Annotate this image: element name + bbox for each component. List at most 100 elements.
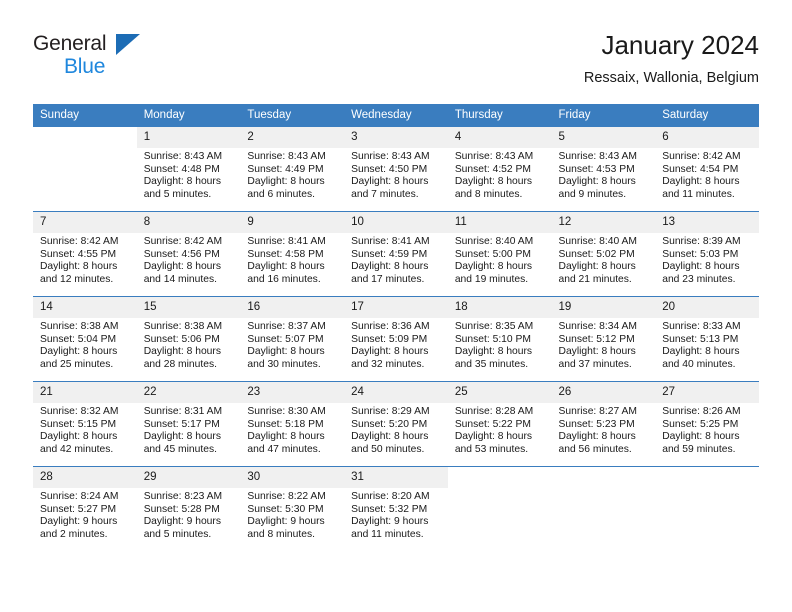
day-details: Sunrise: 8:42 AM Sunset: 4:55 PM Daylight:… [33,233,137,286]
sunset-text: Sunset: 5:10 PM [454,333,531,345]
day-cell[interactable]: 10 Sunrise: 8:41 AM Sunset: 4:59 PM Dayligh… [344,211,448,297]
daylight-text-line1: Daylight: 8 hours [40,346,118,358]
day-details: Sunrise: 8:29 AM Sunset: 5:20 PM Daylight:… [344,403,448,456]
calendar-week-row: 1 Sunrise: 8:43 AM Sunset: 4:48 PM Daylight… [33,127,759,212]
day-cell[interactable]: 17 Sunrise: 8:36 AM Sunset: 5:09 PM Dayligh… [344,296,448,382]
day-details: Sunrise: 8:32 AM Sunset: 5:15 PM Daylight:… [33,403,137,456]
daylight-text-line1: Daylight: 8 hours [454,431,533,443]
day-cell[interactable]: 8 Sunrise: 8:42 AM Sunset: 4:56 PM Daylight… [136,211,241,297]
day-number: 2 [240,127,345,148]
day-details: Sunrise: 8:42 AM Sunset: 4:56 PM Daylight:… [137,233,241,286]
day-cell[interactable]: 26 Sunrise: 8:27 AM Sunset: 5:23 PM Dayligh… [551,381,656,467]
daylight-text-line1: Daylight: 8 hours [143,261,221,273]
day-cell[interactable]: 22 Sunrise: 8:31 AM Sunset: 5:17 PM Dayligh… [136,381,241,467]
day-cell[interactable]: 4 Sunrise: 8:43 AM Sunset: 4:52 PM Daylight… [447,127,552,212]
day-details: Sunrise: 8:22 AM Sunset: 5:30 PM Daylight:… [240,488,344,541]
day-details: Sunrise: 8:43 AM Sunset: 4:50 PM Daylight:… [344,148,448,201]
sunset-text: Sunset: 5:22 PM [454,418,531,430]
day-cell[interactable]: 24 Sunrise: 8:29 AM Sunset: 5:20 PM Dayligh… [344,381,448,467]
daylight-text-line1: Daylight: 8 hours [454,176,533,188]
day-cell[interactable]: 1 Sunrise: 8:43 AM Sunset: 4:48 PM Daylight… [136,127,241,212]
day-cell[interactable]: 30 Sunrise: 8:22 AM Sunset: 5:30 PM Dayligh… [240,466,345,551]
day-number: 29 [136,467,241,488]
day-details: Sunrise: 8:23 AM Sunset: 5:28 PM Daylight:… [137,488,241,541]
day-details: Sunrise: 8:20 AM Sunset: 5:32 PM Daylight:… [344,488,448,541]
daylight-text-line2: and 23 minutes. [662,273,736,285]
daylight-text-line2: and 30 minutes. [247,358,321,370]
day-number: 17 [344,297,448,318]
sunrise-text: Sunrise: 8:27 AM [558,406,637,417]
day-cell[interactable]: 19 Sunrise: 8:34 AM Sunset: 5:12 PM Dayligh… [551,296,656,382]
sunrise-text: Sunrise: 8:41 AM [351,236,430,247]
day-cell[interactable]: 12 Sunrise: 8:40 AM Sunset: 5:02 PM Dayligh… [551,211,656,297]
daylight-text-line1: Daylight: 8 hours [662,431,740,443]
weekday-header-friday: Friday [551,104,656,127]
daylight-text-line1: Daylight: 8 hours [247,176,325,188]
day-cell[interactable]: 25 Sunrise: 8:28 AM Sunset: 5:22 PM Dayligh… [447,381,552,467]
day-number: 6 [655,127,759,148]
calendar-week-row: 14 Sunrise: 8:38 AM Sunset: 5:04 PM Dayligh… [33,296,759,382]
day-cell[interactable]: 11 Sunrise: 8:40 AM Sunset: 5:00 PM Dayligh… [447,211,552,297]
day-cell[interactable]: 5 Sunrise: 8:43 AM Sunset: 4:53 PM Daylight… [551,127,656,212]
daylight-text-line2: and 21 minutes. [558,273,632,285]
day-cell[interactable]: 18 Sunrise: 8:35 AM Sunset: 5:10 PM Dayligh… [447,296,552,382]
sunset-text: Sunset: 5:18 PM [247,418,324,430]
daylight-text-line1: Daylight: 8 hours [351,431,429,443]
day-cell[interactable]: 27 Sunrise: 8:26 AM Sunset: 5:25 PM Dayligh… [655,381,759,467]
daylight-text-line1: Daylight: 8 hours [662,346,740,358]
brand-logo[interactable]: General Blue [33,32,143,82]
day-cell[interactable]: 3 Sunrise: 8:43 AM Sunset: 4:50 PM Daylight… [344,127,448,212]
day-cell[interactable]: 14 Sunrise: 8:38 AM Sunset: 5:04 PM Dayligh… [33,296,137,382]
sunset-text: Sunset: 5:04 PM [40,333,117,345]
day-details: Sunrise: 8:30 AM Sunset: 5:18 PM Daylight:… [240,403,344,456]
weekday-header-wednesday: Wednesday [344,104,448,127]
day-number [655,467,759,488]
day-cell[interactable]: 13 Sunrise: 8:39 AM Sunset: 5:03 PM Dayligh… [655,211,759,297]
daylight-text-line1: Daylight: 8 hours [143,431,221,443]
day-details: Sunrise: 8:37 AM Sunset: 5:07 PM Daylight:… [240,318,344,371]
sunrise-text: Sunrise: 8:38 AM [40,321,119,332]
day-cell[interactable]: 6 Sunrise: 8:42 AM Sunset: 4:54 PM Daylight… [655,127,759,212]
daylight-text-line2: and 53 minutes. [454,443,529,455]
title-block: January 2024 Ressaix, Wallonia, Belgium [584,28,759,89]
day-cell[interactable]: 16 Sunrise: 8:37 AM Sunset: 5:07 PM Dayligh… [240,296,345,382]
sunset-text: Sunset: 5:28 PM [143,503,220,515]
daylight-text-line1: Daylight: 8 hours [143,176,221,188]
day-cell[interactable]: 23 Sunrise: 8:30 AM Sunset: 5:18 PM Dayligh… [240,381,345,467]
day-cell-empty [655,466,759,551]
day-number: 30 [240,467,345,488]
sunset-text: Sunset: 5:06 PM [143,333,220,345]
sunset-text: Sunset: 5:30 PM [247,503,324,515]
sunset-text: Sunset: 5:23 PM [558,418,635,430]
day-cell[interactable]: 21 Sunrise: 8:32 AM Sunset: 5:15 PM Dayligh… [33,381,137,467]
daylight-text-line2: and 11 minutes. [351,528,424,540]
day-cell[interactable]: 15 Sunrise: 8:38 AM Sunset: 5:06 PM Dayligh… [136,296,241,382]
day-cell[interactable]: 31 Sunrise: 8:20 AM Sunset: 5:32 PM Dayligh… [344,466,448,551]
daylight-text-line1: Daylight: 8 hours [247,261,325,273]
day-cell[interactable]: 2 Sunrise: 8:43 AM Sunset: 4:49 PM Daylight… [240,127,345,212]
day-number: 31 [344,467,448,488]
day-cell[interactable]: 9 Sunrise: 8:41 AM Sunset: 4:58 PM Daylight… [240,211,345,297]
sunrise-text: Sunrise: 8:42 AM [40,236,119,247]
sunset-text: Sunset: 5:17 PM [143,418,220,430]
daylight-text-line1: Daylight: 8 hours [143,346,221,358]
day-cell[interactable]: 29 Sunrise: 8:23 AM Sunset: 5:28 PM Dayligh… [136,466,241,551]
day-cell[interactable]: 28 Sunrise: 8:24 AM Sunset: 5:27 PM Dayligh… [33,466,137,551]
sunrise-text: Sunrise: 8:22 AM [247,491,326,502]
sunset-text: Sunset: 5:12 PM [558,333,635,345]
sunset-text: Sunset: 4:53 PM [558,163,635,175]
daylight-text-line1: Daylight: 8 hours [558,431,636,443]
daylight-text-line1: Daylight: 8 hours [40,431,118,443]
day-cell[interactable]: 20 Sunrise: 8:33 AM Sunset: 5:13 PM Dayligh… [655,296,759,382]
calendar-table: Sunday Monday Tuesday Wednesday Thursday… [33,104,759,551]
day-details: Sunrise: 8:38 AM Sunset: 5:04 PM Daylight:… [33,318,137,371]
day-details: Sunrise: 8:24 AM Sunset: 5:27 PM Daylight:… [33,488,137,541]
calendar-header-row: Sunday Monday Tuesday Wednesday Thursday… [33,104,759,127]
sunrise-text: Sunrise: 8:43 AM [558,151,637,162]
daylight-text-line2: and 47 minutes. [247,443,321,455]
day-details: Sunrise: 8:43 AM Sunset: 4:52 PM Daylight:… [448,148,552,201]
day-cell[interactable]: 7 Sunrise: 8:42 AM Sunset: 4:55 PM Daylight… [33,211,137,297]
sunset-text: Sunset: 5:27 PM [40,503,117,515]
daylight-text-line2: and 37 minutes. [558,358,632,370]
weekday-header-thursday: Thursday [447,104,552,127]
